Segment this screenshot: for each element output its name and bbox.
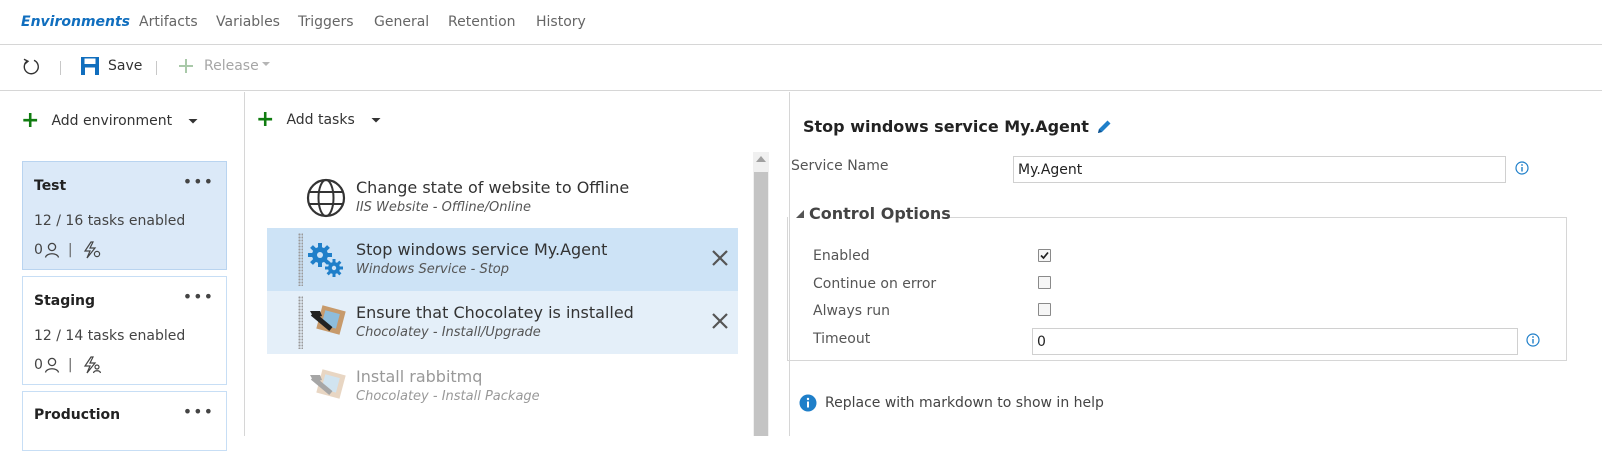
toolbar: Save Release [0,45,1602,91]
caret-down-icon [371,118,381,123]
refresh-button[interactable] [21,57,41,77]
save-button[interactable]: Save [80,56,142,76]
control-options-toggle[interactable]: Control Options [795,204,951,223]
approver-count: 0 [34,357,43,373]
refresh-icon [23,58,39,75]
environment-card-production[interactable]: Production ••• [22,391,227,451]
release-button[interactable]: Release [177,57,271,75]
task-item-disabled[interactable]: Install rabbitmq Chocolatey - Install Pa… [267,355,738,418]
add-tasks-label: Add tasks [286,112,355,128]
approver-count: 0 [34,242,43,258]
info-icon[interactable] [1526,333,1540,347]
tab-triggers[interactable]: Triggers [298,14,354,30]
tab-retention[interactable]: Retention [448,14,516,30]
release-label: Release [204,58,259,74]
drag-handle[interactable] [298,233,303,286]
task-subtitle: IIS Website - Offline/Online [356,200,531,215]
remove-task-icon[interactable] [708,309,732,333]
caret-down-icon [261,62,270,66]
drag-handle[interactable] [298,296,303,349]
task-title: Stop windows service My.Agent [356,240,608,259]
save-label: Save [108,58,143,74]
environment-name: Test [34,178,67,194]
plus-icon [179,59,193,73]
environment-task-count: 12 / 16 tasks enabled [34,213,186,229]
plus-icon: + [256,107,275,132]
more-options-icon[interactable]: ••• [183,402,214,421]
info-icon[interactable] [1515,161,1529,175]
section-divider [941,217,1567,218]
environment-name: Production [34,407,121,423]
save-icon [81,57,99,75]
task-item[interactable]: Ensure that Chocolatey is installed Choc… [267,291,738,354]
more-options-icon[interactable]: ••• [183,172,214,191]
chocolatey-icon [310,369,346,399]
task-title: Change state of website to Offline [356,178,630,197]
scroll-up-icon[interactable] [756,156,766,162]
task-item[interactable]: Change state of website to Offline IIS W… [267,166,738,229]
edit-pencil-icon[interactable] [1095,118,1113,136]
tab-environments[interactable]: Environments [21,14,130,30]
scroll-thumb[interactable] [754,172,768,436]
tab-history[interactable]: History [536,14,586,30]
environment-card-test[interactable]: Test ••• 12 / 16 tasks enabled 0 | [22,161,227,270]
meta-separator: | [67,242,73,258]
timeout-input[interactable] [1032,328,1518,355]
person-icon [44,357,60,373]
continue-on-error-label: Continue on error [813,276,937,292]
task-title: Install rabbitmq [356,367,483,386]
task-subtitle: Chocolatey - Install/Upgrade [356,325,541,340]
environment-task-count: 12 / 14 tasks enabled [34,328,186,344]
deployment-approvers-icon[interactable] [82,356,102,374]
add-environment-button[interactable]: + Add environment [21,110,199,132]
task-item-selected[interactable]: Stop windows service My.Agent Windows Se… [267,228,738,291]
caret-down-icon [188,119,198,124]
always-run-label: Always run [813,303,891,319]
help-text: Replace with markdown to show in help [825,395,1104,411]
toolbar-separator [60,61,61,75]
add-environment-label: Add environment [51,113,173,129]
task-list-scrollbar[interactable] [753,152,769,436]
timeout-label: Timeout [813,331,871,347]
tab-variables[interactable]: Variables [216,14,280,30]
plus-icon: + [21,108,40,133]
continue-on-error-checkbox[interactable] [1038,276,1051,289]
task-details-title: Stop windows service My.Agent [803,117,1113,136]
toolbar-separator [156,61,157,75]
checkmark-icon [1040,251,1049,260]
service-name-input[interactable] [1013,156,1506,183]
environment-name: Staging [34,293,96,309]
info-filled-icon [799,394,817,412]
tab-bar: Environments Artifacts Variables Trigger… [0,0,1602,45]
gears-icon [308,243,343,277]
enabled-label: Enabled [813,248,870,264]
tasks-panel: + Add tasks Change state of website to O… [246,92,790,436]
collapse-triangle-icon [796,209,804,218]
help-text-row: Replace with markdown to show in help [799,394,1104,412]
task-subtitle: Chocolatey - Install Package [356,389,540,404]
tab-artifacts[interactable]: Artifacts [139,14,198,30]
tab-general[interactable]: General [374,14,429,30]
enabled-checkbox[interactable] [1038,249,1051,262]
environment-meta: 0 | [34,241,102,259]
task-details-panel: Stop windows service My.Agent Service Na… [787,92,1602,436]
task-details-title-text: Stop windows service My.Agent [803,117,1089,136]
always-run-checkbox[interactable] [1038,303,1051,316]
deployment-settings-icon[interactable] [82,241,102,259]
environment-card-staging[interactable]: Staging ••• 12 / 14 tasks enabled 0 | [22,276,227,385]
chocolatey-icon [310,305,346,335]
person-icon [44,242,60,258]
globe-icon [306,178,346,218]
control-options-label: Control Options [809,204,951,223]
environment-meta: 0 | [34,356,102,374]
remove-task-icon[interactable] [708,246,732,270]
environments-panel: + Add environment Test ••• 12 / 16 tasks… [0,92,245,451]
service-name-label: Service Name [791,158,889,174]
task-subtitle: Windows Service - Stop [356,262,510,277]
more-options-icon[interactable]: ••• [183,287,214,306]
add-tasks-button[interactable]: + Add tasks [256,109,382,131]
task-title: Ensure that Chocolatey is installed [356,303,634,322]
meta-separator: | [67,357,73,373]
